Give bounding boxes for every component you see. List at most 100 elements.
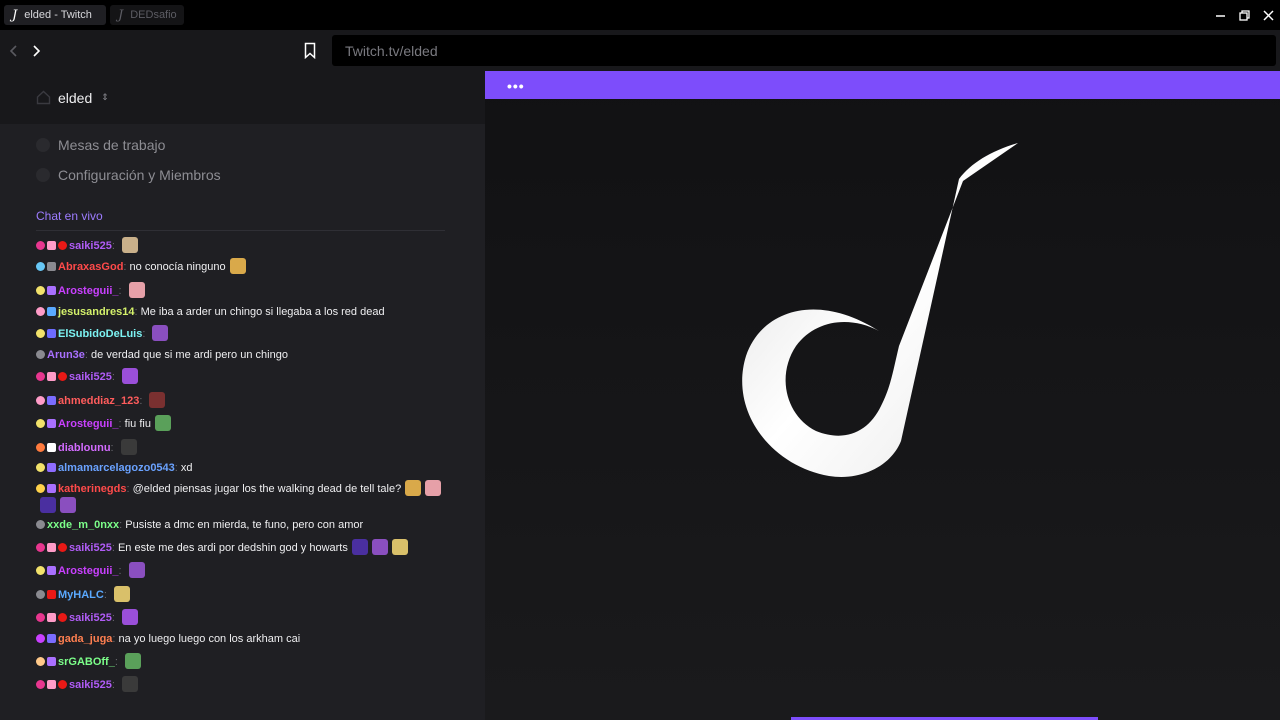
chat-badge-icon[interactable] bbox=[36, 350, 45, 359]
chat-badge-icon[interactable] bbox=[47, 566, 56, 575]
chat-badge-icon[interactable] bbox=[47, 680, 56, 689]
restore-icon[interactable] bbox=[1232, 0, 1256, 30]
chat-badge-icon[interactable] bbox=[47, 286, 56, 295]
chat-badge-icon[interactable] bbox=[36, 590, 45, 599]
chat-badge-icon[interactable] bbox=[47, 329, 56, 338]
chat-badge-icon[interactable] bbox=[58, 680, 67, 689]
chat-emote-icon[interactable] bbox=[60, 497, 76, 513]
chat-text: no conocía ninguno bbox=[129, 261, 226, 273]
chat-badge-icon[interactable] bbox=[47, 657, 56, 666]
chat-badge-icon[interactable] bbox=[58, 543, 67, 552]
chat-badge-icon[interactable] bbox=[47, 419, 56, 428]
chat-badge-icon[interactable] bbox=[36, 613, 45, 622]
chat-emote-icon[interactable] bbox=[149, 392, 166, 408]
chat-badge-icon[interactable] bbox=[47, 634, 56, 643]
chat-badge-icon[interactable] bbox=[36, 463, 45, 472]
chat-username[interactable]: almamarcelagozo0543 bbox=[58, 462, 175, 474]
chat-username[interactable]: diablounu bbox=[58, 442, 111, 454]
close-icon[interactable] bbox=[1256, 0, 1280, 30]
minimize-icon[interactable] bbox=[1208, 0, 1232, 30]
chat-username[interactable]: katherinegds bbox=[58, 483, 126, 495]
chat-badge-icon[interactable] bbox=[47, 463, 56, 472]
chat-emote-icon[interactable] bbox=[40, 497, 56, 513]
chat-badge-icon[interactable] bbox=[36, 520, 45, 529]
chat-username[interactable]: Arosteguii_ bbox=[58, 418, 119, 430]
chat-badge-icon[interactable] bbox=[58, 241, 67, 250]
chat-badge-icon[interactable] bbox=[36, 657, 45, 666]
channel-selector[interactable]: elded ⇕ bbox=[0, 71, 485, 124]
chat-badge-icon[interactable] bbox=[36, 396, 45, 405]
main-content: ••• bbox=[485, 71, 1280, 720]
chat-emote-icon[interactable] bbox=[371, 539, 388, 555]
chat-badge-icon[interactable] bbox=[36, 419, 45, 428]
chat-badge-icon[interactable] bbox=[36, 566, 45, 575]
chat-badge-icon[interactable] bbox=[47, 443, 56, 452]
chat-username[interactable]: Arun3e bbox=[47, 349, 85, 361]
bookmark-icon[interactable] bbox=[300, 39, 320, 61]
chat-badge-icon[interactable] bbox=[58, 613, 67, 622]
chat-username[interactable]: srGABOff_ bbox=[58, 656, 115, 668]
chat-badge-icon[interactable] bbox=[47, 613, 56, 622]
chat-username[interactable]: saiki525 bbox=[69, 371, 112, 383]
chat-emote-icon[interactable] bbox=[128, 282, 145, 298]
chat-badge-icon[interactable] bbox=[36, 543, 45, 552]
chat-username[interactable]: AbraxasGod bbox=[58, 261, 123, 273]
chat-emote-icon[interactable] bbox=[391, 539, 408, 555]
chat-username[interactable]: MyHALC bbox=[58, 589, 104, 601]
chat-username[interactable]: xxde_m_0nxx bbox=[47, 519, 119, 531]
sidebar-item-configuracion[interactable]: Configuración y Miembros bbox=[36, 167, 221, 183]
chat-badge-icon[interactable] bbox=[36, 262, 45, 271]
workbench-icon bbox=[36, 138, 50, 152]
chat-username[interactable]: saiki525 bbox=[69, 240, 112, 252]
more-options-icon[interactable]: ••• bbox=[507, 78, 525, 94]
chat-username[interactable]: jesusandres14 bbox=[58, 306, 134, 318]
chat-username[interactable]: ahmeddiaz_123 bbox=[58, 395, 139, 407]
chat-emote-icon[interactable] bbox=[152, 325, 169, 341]
chat-emote-icon[interactable] bbox=[120, 439, 137, 455]
chat-badge-icon[interactable] bbox=[36, 307, 45, 316]
back-arrow-icon[interactable] bbox=[3, 40, 25, 62]
chat-emote-icon[interactable] bbox=[121, 609, 138, 625]
chat-badge-icon[interactable] bbox=[47, 543, 56, 552]
chat-emote-icon[interactable] bbox=[121, 676, 138, 692]
chat-badge-icon[interactable] bbox=[36, 286, 45, 295]
chat-badge-icon[interactable] bbox=[58, 372, 67, 381]
chat-list[interactable]: saiki525: AbraxasGod: no conocía ninguno… bbox=[36, 237, 448, 697]
chat-emote-icon[interactable] bbox=[154, 415, 171, 431]
chat-emote-icon[interactable] bbox=[113, 586, 130, 602]
tab-dedsafio[interactable]: J DEDsafio bbox=[110, 5, 184, 25]
chat-username[interactable]: saiki525 bbox=[69, 679, 112, 691]
chat-badge-icon[interactable] bbox=[36, 634, 45, 643]
chat-badge-icon[interactable] bbox=[47, 484, 56, 493]
chat-badge-icon[interactable] bbox=[36, 680, 45, 689]
chat-badge-icon[interactable] bbox=[47, 590, 56, 599]
tab-elded[interactable]: J elded - Twitch bbox=[4, 5, 106, 25]
forward-arrow-icon[interactable] bbox=[25, 40, 47, 62]
chat-badge-icon[interactable] bbox=[47, 372, 56, 381]
chat-emote-icon[interactable] bbox=[405, 480, 422, 496]
chat-emote-icon[interactable] bbox=[121, 237, 138, 253]
chat-badge-icon[interactable] bbox=[47, 262, 56, 271]
chat-badge-icon[interactable] bbox=[36, 372, 45, 381]
chat-emote-icon[interactable] bbox=[229, 258, 246, 274]
chat-emote-icon[interactable] bbox=[124, 653, 141, 669]
chat-username[interactable]: Arosteguii_ bbox=[58, 285, 119, 297]
chat-emote-icon[interactable] bbox=[351, 539, 368, 555]
chat-badge-icon[interactable] bbox=[36, 443, 45, 452]
chat-badge-icon[interactable] bbox=[36, 329, 45, 338]
chat-username[interactable]: saiki525 bbox=[69, 542, 112, 554]
chat-emote-icon[interactable] bbox=[128, 562, 145, 578]
chat-badge-icon[interactable] bbox=[47, 307, 56, 316]
chat-badge-icon[interactable] bbox=[36, 241, 45, 250]
chat-emote-icon[interactable] bbox=[425, 480, 442, 496]
chat-username[interactable]: gada_juga bbox=[58, 633, 112, 645]
sidebar-item-mesas[interactable]: Mesas de trabajo bbox=[36, 137, 165, 153]
chat-badge-icon[interactable] bbox=[47, 396, 56, 405]
chat-badge-icon[interactable] bbox=[36, 484, 45, 493]
chat-username[interactable]: saiki525 bbox=[69, 612, 112, 624]
chat-badge-icon[interactable] bbox=[47, 241, 56, 250]
chat-emote-icon[interactable] bbox=[121, 368, 138, 384]
address-bar[interactable]: Twitch.tv/elded bbox=[332, 35, 1276, 66]
chat-username[interactable]: ElSubidoDeLuis bbox=[58, 328, 142, 340]
chat-username[interactable]: Arosteguii_ bbox=[58, 565, 119, 577]
